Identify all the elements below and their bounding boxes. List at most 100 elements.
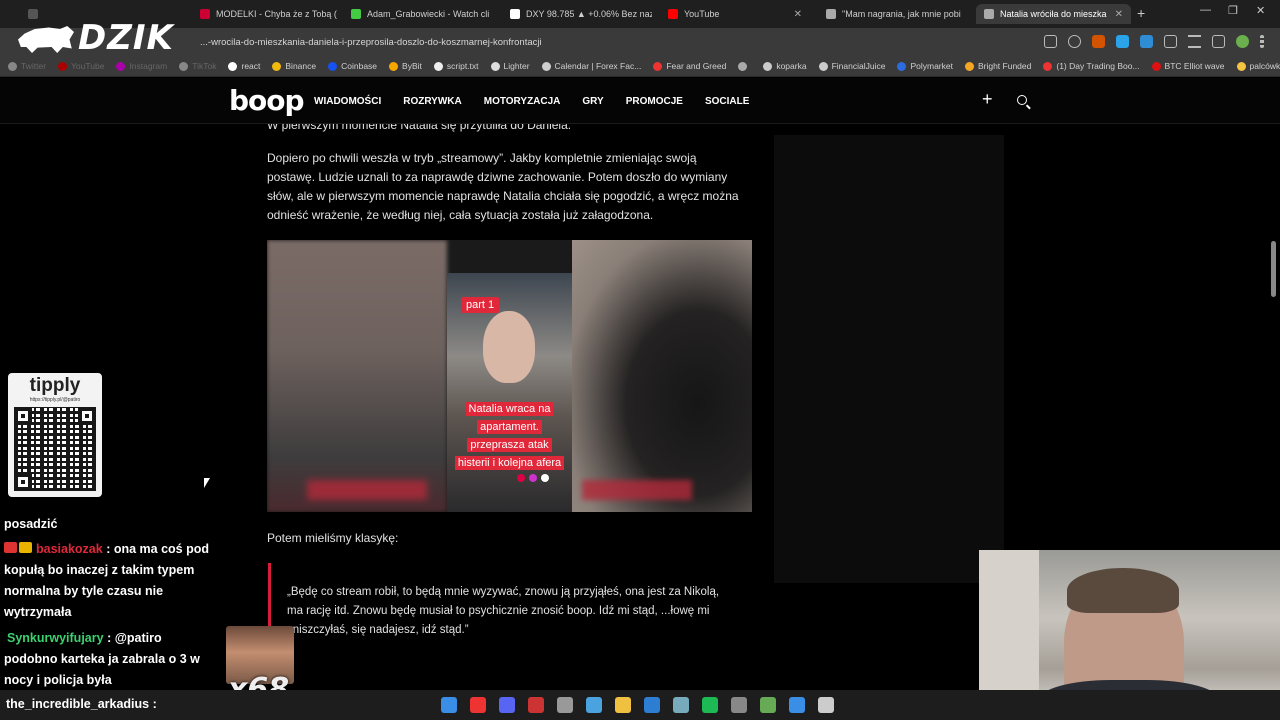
install-icon[interactable]: [1044, 35, 1057, 48]
tab-boop-active[interactable]: Natalia wróciła do mieszka ✕: [976, 4, 1131, 24]
nav-item-sociale[interactable]: SOCIALE: [705, 96, 749, 107]
bookmark-item[interactable]: koparka: [763, 61, 807, 71]
bookmark-favicon: [8, 61, 17, 71]
bookmark-item[interactable]: Coinbase: [328, 61, 377, 71]
bookmark-item[interactable]: FinancialJuice: [818, 61, 886, 71]
extension-icon[interactable]: [1140, 35, 1153, 48]
taskbar-app-icon[interactable]: [499, 697, 515, 713]
close-icon[interactable]: ✕: [1115, 9, 1123, 20]
bookmark-item[interactable]: TikTok: [179, 61, 216, 71]
address-bar: ...-wrocila-do-mieszkania-daniela-i-prze…: [0, 28, 1280, 56]
bookmark-label: FinancialJuice: [831, 61, 886, 71]
bookmark-label: Lighter: [503, 61, 530, 71]
close-icon[interactable]: ✕: [794, 9, 802, 20]
tab-favicon: [826, 9, 836, 19]
close-window-icon[interactable]: ✕: [1256, 4, 1265, 17]
bookmark-label: Binance: [285, 61, 317, 71]
video-frame[interactable]: part 1 Natalia wraca na apartament. prze…: [447, 273, 572, 512]
close-icon[interactable]: ✕: [967, 9, 968, 20]
bookmark-item[interactable]: Instagram: [116, 61, 167, 71]
tiktok-embed[interactable]: part 1 Natalia wraca na apartament. prze…: [267, 240, 752, 512]
bookmark-favicon: [228, 61, 238, 71]
tipply-url: https://tipply.pl/@patiro: [29, 397, 81, 403]
split-icon[interactable]: [1212, 35, 1225, 48]
bookmark-item[interactable]: ByBit: [389, 61, 422, 71]
taskbar-app-icon[interactable]: [673, 697, 689, 713]
chat-text: : ona ma coś pod kopułą bo inaczej z tak…: [4, 542, 209, 619]
nav-item-gry[interactable]: GRY: [582, 96, 603, 107]
bookmark-item[interactable]: Binance: [272, 61, 316, 71]
chat-username: the_incredible_arkadius: [6, 697, 150, 711]
bookmark-item[interactable]: YouTube: [58, 61, 104, 71]
nav-item-promocje[interactable]: PROMOCJE: [626, 96, 683, 107]
bookmark-item[interactable]: Lighter: [490, 61, 530, 71]
taskbar-app-icon[interactable]: [731, 697, 747, 713]
bookmark-label: Bright Funded: [977, 61, 1032, 71]
bookmark-item[interactable]: Calendar | Forex Fac...: [541, 61, 641, 71]
bookmark-favicon: [653, 61, 663, 71]
url-input[interactable]: ...-wrocila-do-mieszkania-daniela-i-prze…: [200, 34, 1040, 51]
maximize-icon[interactable]: ❐: [1228, 4, 1238, 17]
tab-favicon: [510, 9, 520, 19]
video-caption: Natalia wraca na apartament. przeprasza …: [453, 399, 566, 471]
new-tab-button[interactable]: +: [1137, 5, 1145, 21]
bookmarks-bar: Twitter YouTube Instagram TikTok react Binanc…: [0, 56, 1280, 77]
bookmark-label: ByBit: [402, 61, 422, 71]
tab-kick[interactable]: Adam_Grabowiecki - Watch cli✕: [343, 4, 493, 24]
menu-list-icon[interactable]: [1188, 35, 1201, 48]
taskbar-app-icon[interactable]: [441, 697, 457, 713]
browser-tab-strip: MODELKI - Chyba że z Tobą (p✕ Adam_Grabo…: [0, 0, 1280, 28]
tiktok-reactions: [517, 474, 549, 482]
bookmark-label: Coinbase: [341, 61, 378, 71]
search-icon[interactable]: [1017, 95, 1027, 105]
taskbar-app-icon[interactable]: [644, 697, 660, 713]
avatar[interactable]: [1236, 35, 1249, 48]
bookmark-item[interactable]: (1) Day Trading Boo...: [1043, 61, 1140, 71]
taskbar-app-icon[interactable]: [702, 697, 718, 713]
bookmark-item[interactable]: [738, 61, 751, 71]
extension-icon[interactable]: [1092, 35, 1105, 48]
site-menu: WIADOMOŚCI ROZRYWKA MOTORYZACJA GRY PROM…: [314, 96, 749, 107]
taskbar-app-icon[interactable]: [789, 697, 805, 713]
site-logo[interactable]: boop: [229, 84, 305, 117]
star-icon[interactable]: [1068, 35, 1081, 48]
bookmark-favicon: [433, 61, 443, 71]
tab-modelki[interactable]: MODELKI - Chyba że z Tobą (p✕: [192, 4, 337, 24]
bookmark-label: koparka: [776, 61, 807, 71]
taskbar-app-icon[interactable]: [470, 697, 486, 713]
minimize-icon[interactable]: —: [1200, 4, 1211, 16]
chat-message: posadzić: [4, 514, 214, 535]
taskbar-app-icon[interactable]: [557, 697, 573, 713]
tab-favicon: [200, 9, 210, 19]
taskbar-app-icon[interactable]: [615, 697, 631, 713]
bookmark-label: script.txt: [446, 61, 479, 71]
puzzle-icon[interactable]: [1164, 35, 1177, 48]
bookmark-item[interactable]: BTC Elliot wave: [1151, 61, 1225, 71]
kebab-menu-icon[interactable]: [1260, 35, 1264, 48]
page-scrollbar[interactable]: [1271, 241, 1276, 297]
bookmark-item[interactable]: Twitter: [8, 61, 46, 71]
taskbar-app-icon[interactable]: [760, 697, 776, 713]
bookmark-item[interactable]: Bright Funded: [964, 61, 1032, 71]
plus-icon[interactable]: +: [982, 89, 993, 110]
bookmark-item[interactable]: palcówka: [1236, 61, 1280, 71]
tab-tradingview[interactable]: DXY 98.785 ▲ +0.06% Bez naz✕: [502, 4, 652, 24]
boar-icon: [18, 26, 74, 53]
quote-text: „Będę co stream robił, to będą mnie wyzy…: [287, 586, 720, 636]
address-bar-icons: [1044, 35, 1264, 48]
bookmark-item[interactable]: Polymarket: [897, 61, 953, 71]
bookmark-item[interactable]: script.txt: [433, 61, 479, 71]
nav-item-wiadomosci[interactable]: WIADOMOŚCI: [314, 96, 381, 107]
taskbar-app-icon[interactable]: [586, 697, 602, 713]
nav-item-motoryzacja[interactable]: MOTORYZACJA: [484, 96, 561, 107]
taskbar-app-icon[interactable]: [818, 697, 834, 713]
extension-icon[interactable]: [1116, 35, 1129, 48]
bookmark-item[interactable]: Fear and Greed: [653, 61, 726, 71]
tab-boop-1[interactable]: "Mam nagrania, jak mnie pobi ✕: [818, 4, 968, 24]
tab-youtube[interactable]: YouTube ✕: [660, 4, 810, 24]
bookmark-item[interactable]: react: [228, 61, 260, 71]
nav-item-rozrywka[interactable]: ROZRYWKA: [403, 96, 462, 107]
taskbar-app-icon[interactable]: [528, 697, 544, 713]
bookmark-label: palcówka: [1249, 61, 1280, 71]
mouse-cursor: [204, 478, 210, 488]
